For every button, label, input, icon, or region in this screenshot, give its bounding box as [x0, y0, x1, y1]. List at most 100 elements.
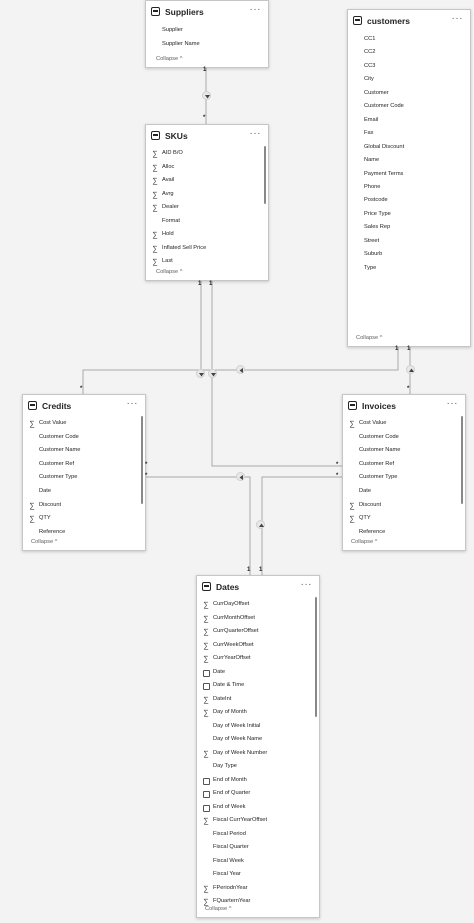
table-skus[interactable]: SKUs ··· ∑ AID B/O ∑ Alloc ∑ Avail ∑ Avrg ∑ Deale…	[145, 124, 269, 281]
field-row[interactable]: ∑ Day of Month	[197, 706, 311, 720]
field-row[interactable]: Day of Week Initial	[197, 720, 311, 734]
table-invoices[interactable]: Invoices ··· ∑ Cost Value Customer Code Cus…	[342, 394, 466, 551]
field-row[interactable]: CC3	[348, 60, 462, 74]
field-row[interactable]: Street	[348, 235, 462, 249]
collapse-button[interactable]: Collapse ^	[351, 539, 377, 545]
field-row[interactable]: Date	[343, 485, 457, 499]
more-options-icon[interactable]: ···	[301, 579, 313, 590]
field-row[interactable]: ∑ CurrYearOffset	[197, 652, 311, 666]
field-row[interactable]: ∑ FPeriodnYear	[197, 882, 311, 896]
table-suppliers[interactable]: Suppliers ··· Supplier Supplier Name Coll…	[145, 0, 269, 68]
filter-direction-down-icon[interactable]	[208, 369, 217, 378]
field-row[interactable]: Day of Week Name	[197, 733, 311, 747]
table-dates[interactable]: Dates ··· ∑ CurrDayOffset ∑ CurrMonthOffset…	[196, 575, 320, 918]
field-row[interactable]: ∑ CurrDayOffset	[197, 598, 311, 612]
field-row[interactable]: Phone	[348, 181, 462, 195]
collapse-button[interactable]: Collapse ^	[156, 269, 182, 275]
field-row[interactable]: ∑ Cost Value	[343, 417, 457, 431]
field-row[interactable]: Type	[348, 262, 462, 276]
field-row[interactable]: Date & Time	[197, 679, 311, 693]
field-row[interactable]: ∑ Dealer	[146, 201, 260, 215]
filter-direction-down-icon[interactable]	[202, 91, 211, 100]
field-row[interactable]: ∑ Fiscal CurrYearOffset	[197, 814, 311, 828]
field-row[interactable]: ∑ Last	[146, 255, 260, 269]
field-row[interactable]: ∑ Hold	[146, 228, 260, 242]
model-canvas[interactable]: Suppliers ··· Supplier Supplier Name Coll…	[0, 0, 474, 923]
field-row[interactable]: ∑ Avrg	[146, 188, 260, 202]
field-row[interactable]: ∑ CurrQuarterOffset	[197, 625, 311, 639]
field-row[interactable]: Format	[146, 215, 260, 229]
field-row[interactable]: Day Type	[197, 760, 311, 774]
field-row[interactable]: City	[348, 73, 462, 87]
collapse-button[interactable]: Collapse ^	[156, 56, 182, 62]
scrollbar[interactable]	[315, 597, 317, 717]
collapse-button[interactable]: Collapse ^	[356, 335, 382, 341]
field-row[interactable]: ∑ Alloc	[146, 161, 260, 175]
field-row[interactable]: Reference	[23, 526, 137, 540]
field-row[interactable]: Postcode	[348, 194, 462, 208]
field-row[interactable]: Customer Code	[343, 431, 457, 445]
scrollbar[interactable]	[461, 416, 463, 504]
field-row[interactable]: ∑ CurrMonthOffset	[197, 612, 311, 626]
field-row[interactable]: ∑ Inflated Sell Price	[146, 242, 260, 256]
field-row[interactable]: Customer Ref	[343, 458, 457, 472]
field-row[interactable]: ∑ Discount	[23, 499, 137, 513]
field-row[interactable]: ∑ AID B/O	[146, 147, 260, 161]
more-options-icon[interactable]: ···	[250, 4, 262, 15]
field-row[interactable]: End of Month	[197, 774, 311, 788]
field-row[interactable]: Date	[23, 485, 137, 499]
field-row[interactable]: Fiscal Year	[197, 868, 311, 882]
field-row[interactable]: End of Quarter	[197, 787, 311, 801]
field-row[interactable]: Reference	[343, 526, 457, 540]
field-row[interactable]: ∑ Avail	[146, 174, 260, 188]
field-row[interactable]: Customer Code	[348, 100, 462, 114]
field-row[interactable]: ∑ CurrWeekOffset	[197, 639, 311, 653]
scrollbar[interactable]	[264, 146, 266, 204]
more-options-icon[interactable]: ···	[127, 398, 139, 409]
field-row[interactable]: ∑ Day of Week Number	[197, 747, 311, 761]
table-header[interactable]: SKUs ···	[146, 125, 268, 146]
field-row[interactable]: Name	[348, 154, 462, 168]
field-row[interactable]: ∑ QTY	[343, 512, 457, 526]
filter-direction-left-icon[interactable]	[236, 472, 245, 481]
field-row[interactable]: Payment Terms	[348, 168, 462, 182]
field-row[interactable]: Customer Type	[23, 471, 137, 485]
collapse-button[interactable]: Collapse ^	[205, 906, 231, 912]
filter-direction-up-icon[interactable]	[256, 520, 265, 529]
filter-direction-up-icon[interactable]	[406, 365, 415, 374]
more-options-icon[interactable]: ···	[452, 13, 464, 24]
field-row[interactable]: Fax	[348, 127, 462, 141]
more-options-icon[interactable]: ···	[250, 128, 262, 139]
scrollbar[interactable]	[141, 416, 143, 504]
field-row[interactable]: Email	[348, 114, 462, 128]
table-header[interactable]: Dates ···	[197, 576, 319, 597]
field-row[interactable]: Suburb	[348, 248, 462, 262]
table-header[interactable]: Suppliers ···	[146, 1, 268, 22]
collapse-button[interactable]: Collapse ^	[31, 539, 57, 545]
field-row[interactable]: Supplier	[146, 24, 260, 38]
table-header[interactable]: Credits ···	[23, 395, 145, 416]
field-row[interactable]: ∑ QTY	[23, 512, 137, 526]
field-row[interactable]: Customer Name	[23, 444, 137, 458]
field-row[interactable]: ∑ Discount	[343, 499, 457, 513]
field-row[interactable]: ∑ DateInt	[197, 693, 311, 707]
field-row[interactable]: Customer	[348, 87, 462, 101]
table-header[interactable]: Invoices ···	[343, 395, 465, 416]
field-row[interactable]: CC1	[348, 33, 462, 47]
field-row[interactable]: Sales Rep	[348, 221, 462, 235]
field-row[interactable]: Customer Ref	[23, 458, 137, 472]
field-row[interactable]: End of Week	[197, 801, 311, 815]
field-row[interactable]: Date	[197, 666, 311, 680]
table-customers[interactable]: customers ··· CC1 CC2 CC3 City Customer Custo…	[347, 9, 471, 347]
more-options-icon[interactable]: ···	[447, 398, 459, 409]
field-row[interactable]: Price Type	[348, 208, 462, 222]
field-row[interactable]: Fiscal Quarter	[197, 841, 311, 855]
filter-direction-down-icon[interactable]	[196, 369, 205, 378]
table-header[interactable]: customers ···	[348, 10, 470, 31]
field-row[interactable]: Fiscal Week	[197, 855, 311, 869]
field-row[interactable]: Supplier Name	[146, 38, 260, 52]
table-credits[interactable]: Credits ··· ∑ Cost Value Customer Code Cust…	[22, 394, 146, 551]
field-row[interactable]: Customer Type	[343, 471, 457, 485]
field-row[interactable]: Global Discount	[348, 141, 462, 155]
field-row[interactable]: Customer Code	[23, 431, 137, 445]
